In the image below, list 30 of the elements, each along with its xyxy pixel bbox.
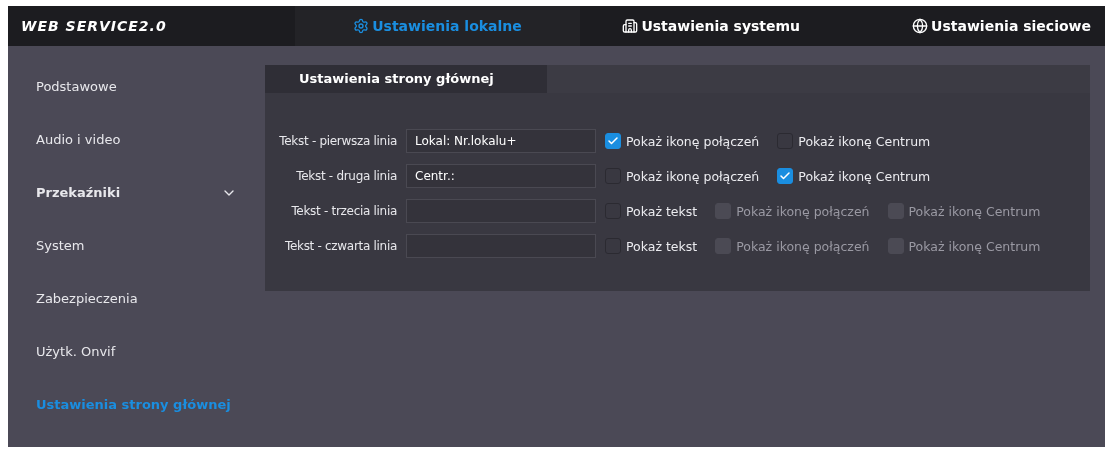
- field-label: Tekst - trzecia linia: [290, 204, 397, 218]
- building-icon: [622, 18, 639, 34]
- nav-tab[interactable]: Ustawienia sieciowe: [842, 6, 1105, 46]
- checkbox-option[interactable]: Pokaż tekst: [605, 238, 698, 254]
- text-field[interactable]: Centr.:: [406, 164, 596, 188]
- sidebar-item[interactable]: Użytk. Onvif: [36, 344, 116, 359]
- sidebar-item[interactable]: Przekaźniki: [36, 185, 121, 200]
- checkbox[interactable]: [777, 168, 794, 184]
- field-label: Tekst - pierwsza linia: [278, 134, 397, 148]
- field-label: Tekst - druga linia: [295, 169, 397, 183]
- checkbox-option[interactable]: Pokaż ikonę Centrum: [777, 133, 931, 149]
- sidebar-item[interactable]: Audio i video: [36, 132, 121, 147]
- checkbox-option[interactable]: Pokaż ikonę połączeń: [605, 168, 760, 184]
- sidebar-item[interactable]: Podstawowe: [36, 79, 117, 94]
- checkbox-option[interactable]: Pokaż ikonę połączeń: [605, 133, 760, 149]
- gear-icon: [353, 18, 370, 34]
- nav-tab[interactable]: Ustawienia systemu: [580, 6, 843, 46]
- checkbox[interactable]: [605, 133, 621, 149]
- text-field[interactable]: Lokal: Nr.lokalu+: [406, 129, 596, 153]
- sidebar-item[interactable]: Zabezpieczenia: [36, 291, 138, 306]
- check-icon: [607, 135, 619, 147]
- check-icon: [779, 170, 792, 182]
- field-label: Tekst - czwarta linia: [283, 239, 397, 253]
- sidebar-item[interactable]: System: [36, 238, 85, 253]
- logo-text: WEB SERVICE2.0: [20, 18, 168, 34]
- checkbox-option[interactable]: Pokaż ikonę Centrum: [777, 168, 931, 184]
- panel-tab[interactable]: Ustawienia strony głównej: [265, 65, 547, 93]
- globe-icon: [912, 18, 929, 34]
- nav-tab[interactable]: Ustawienia lokalne: [295, 6, 580, 46]
- checkbox-option[interactable]: Pokaż tekst: [605, 203, 698, 219]
